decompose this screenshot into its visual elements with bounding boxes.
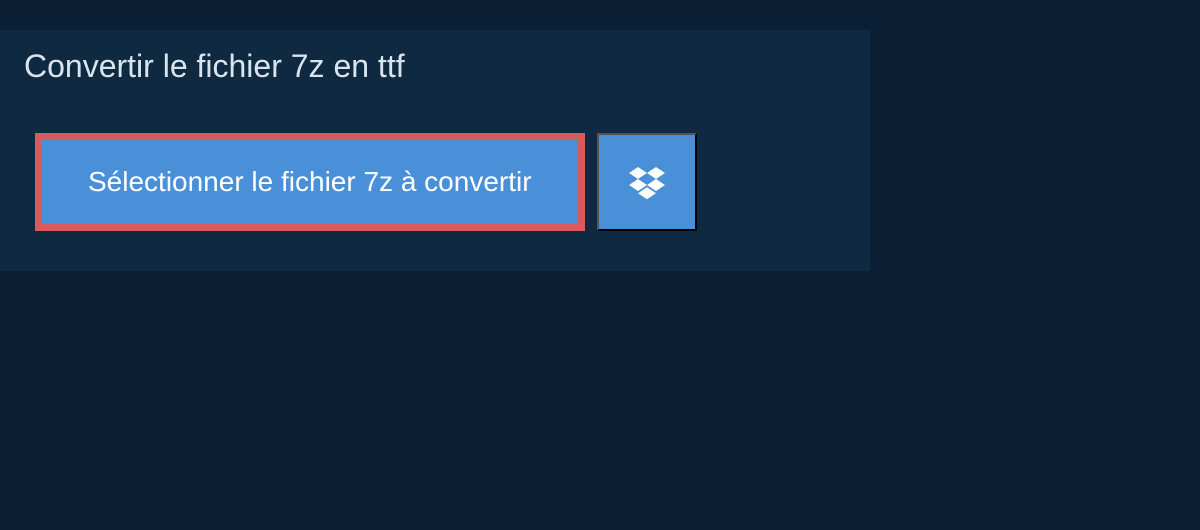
- dropbox-icon: [629, 164, 665, 200]
- dropbox-button[interactable]: [597, 133, 697, 231]
- select-file-label: Sélectionner le fichier 7z à convertir: [88, 166, 532, 198]
- title-bar: Convertir le fichier 7z en ttf: [0, 30, 429, 103]
- button-row: Sélectionner le fichier 7z à convertir: [0, 103, 870, 271]
- page-title: Convertir le fichier 7z en ttf: [24, 48, 405, 84]
- select-file-button[interactable]: Sélectionner le fichier 7z à convertir: [35, 133, 585, 231]
- converter-panel: Convertir le fichier 7z en ttf Sélection…: [0, 30, 870, 271]
